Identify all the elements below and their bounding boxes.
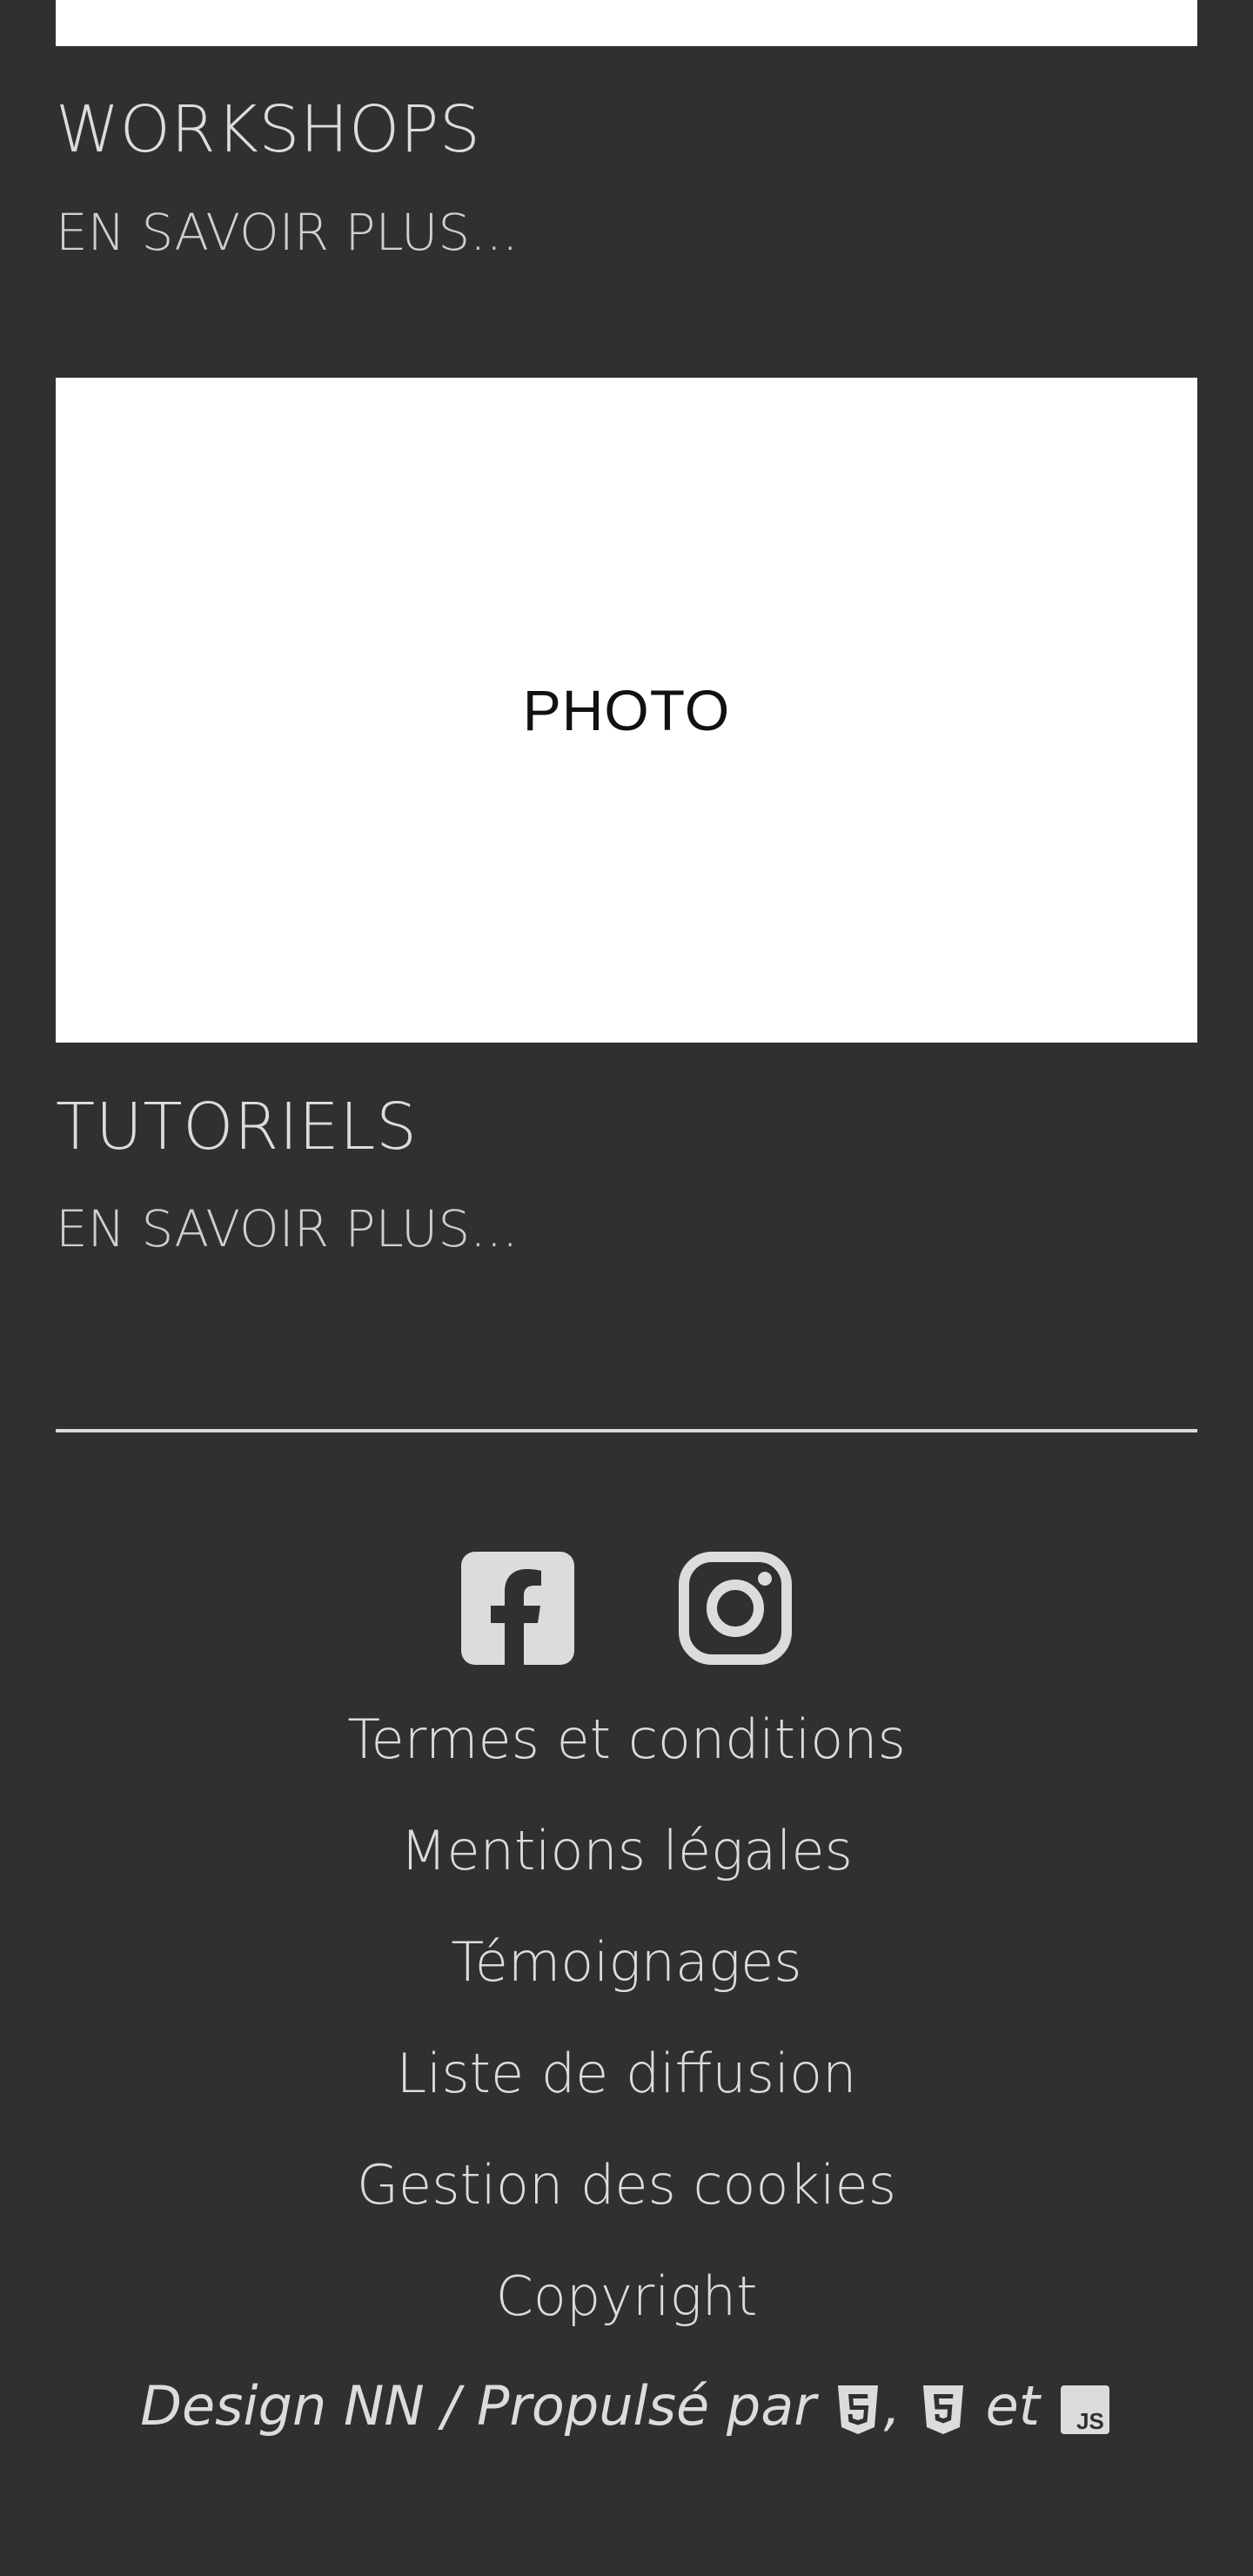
html5-icon: [836, 2385, 880, 2434]
facebook-icon: [461, 1552, 574, 1665]
photo-label: PHOTO: [522, 678, 731, 742]
footer-link-mailing-list[interactable]: Liste de diffusion: [0, 2036, 1253, 2147]
workshops-more-link[interactable]: EN SAVOIR PLUS...: [56, 207, 518, 258]
footer-link-terms[interactable]: Termes et conditions: [0, 1701, 1253, 1813]
section-title-workshops: WORKSHOPS: [56, 92, 481, 167]
credits-text: Design NN / Propulsé par: [140, 2374, 816, 2438]
section-title-tutoriels: TUTORIELS: [56, 1090, 418, 1164]
credits-separator: ,: [883, 2374, 901, 2438]
photo-placeholder-workshops: [56, 0, 1197, 46]
footer-nav: Termes et conditions Mentions légales Té…: [0, 1701, 1253, 2370]
footer-credits: Design NN / Propulsé par , et JS: [0, 2371, 1253, 2441]
js-icon: JS: [1060, 2385, 1109, 2434]
footer-divider: [56, 1429, 1197, 1432]
svg-text:JS: JS: [1076, 2408, 1104, 2434]
tutoriels-more-link[interactable]: EN SAVOIR PLUS...: [56, 1204, 518, 1254]
footer-link-cookies[interactable]: Gestion des cookies: [0, 2147, 1253, 2258]
css3-icon: [921, 2385, 965, 2434]
footer-link-testimonials[interactable]: Témoignages: [0, 1924, 1253, 2036]
instagram-icon: [679, 1552, 792, 1665]
credits-and: et: [985, 2374, 1041, 2438]
footer-link-copyright[interactable]: Copyright: [0, 2258, 1253, 2370]
social-links: [0, 1552, 1253, 1665]
facebook-link[interactable]: [461, 1552, 574, 1665]
instagram-link[interactable]: [679, 1552, 792, 1665]
photo-placeholder-tutoriels[interactable]: PHOTO: [56, 378, 1197, 1043]
footer-link-legal[interactable]: Mentions légales: [0, 1813, 1253, 1924]
